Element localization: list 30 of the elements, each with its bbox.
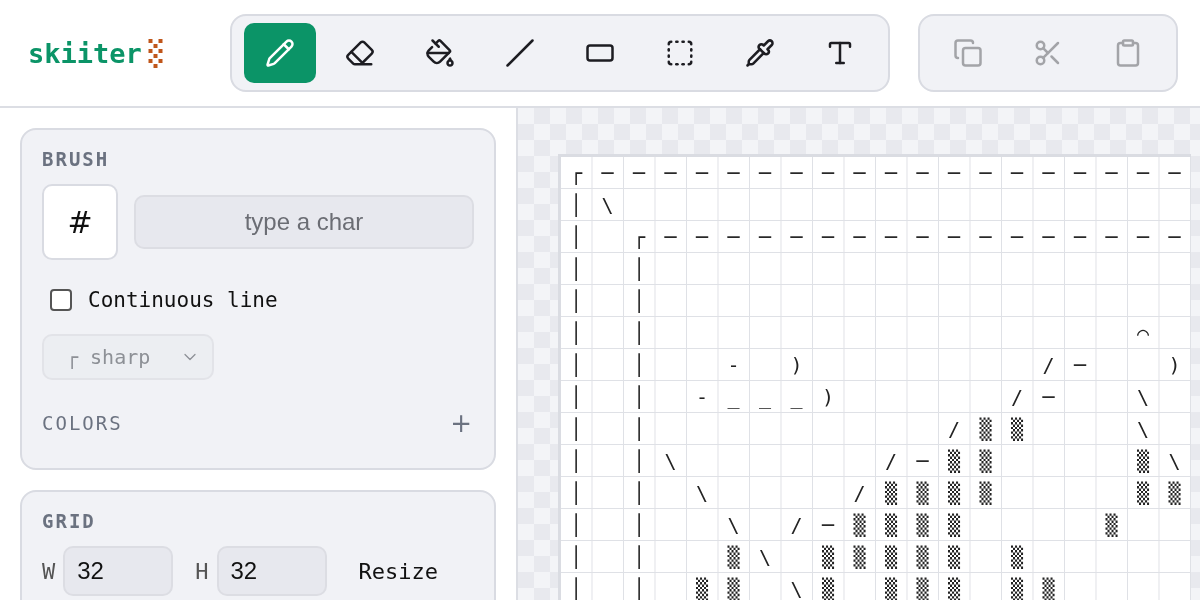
copy-icon [953, 38, 983, 68]
canvas-row-text: │ │ /▒▒ \ [569, 416, 1170, 443]
paint-bucket-icon [425, 38, 455, 68]
canvas-row-text: │ │ [569, 288, 666, 315]
pencil-tool-button[interactable] [244, 23, 316, 83]
line-icon [505, 38, 535, 68]
width-label: W [42, 558, 56, 584]
pipette-icon [745, 38, 775, 68]
panel-title: GRID [42, 510, 97, 532]
width-input[interactable]: 32 [63, 546, 174, 596]
checkbox-label: Continuous line [88, 288, 278, 312]
canvas-row-text: │ │ -___) /─ \ [569, 384, 1170, 411]
height-input[interactable]: 32 [216, 546, 327, 596]
colors-label: COLORS [42, 412, 123, 434]
pencil-icon [265, 38, 295, 68]
add-color-button[interactable]: + [448, 408, 474, 438]
panel-title: BRUSH [42, 148, 111, 170]
eraser-icon [345, 38, 375, 68]
canvas-row-text: │ │ ⌒ [569, 320, 1170, 347]
logo-text: skiiter [28, 37, 142, 69]
canvas-row-text: │\ [569, 192, 634, 219]
dashed-square-icon [665, 38, 695, 68]
checkbox[interactable] [50, 289, 72, 311]
canvas-row-text: │ │ \ /─▒▒▒▒ ▒ [569, 512, 1139, 539]
char-input[interactable]: type a char [134, 195, 474, 249]
height-label: H [195, 558, 209, 584]
brush-char[interactable]: # [42, 184, 118, 260]
resize-button[interactable]: Resize [352, 558, 444, 584]
canvas-row-text: │ │ ▒\ ▒▒▒▒▒ ▒ [569, 544, 1044, 571]
canvas-row-text: │ │ [569, 256, 666, 283]
